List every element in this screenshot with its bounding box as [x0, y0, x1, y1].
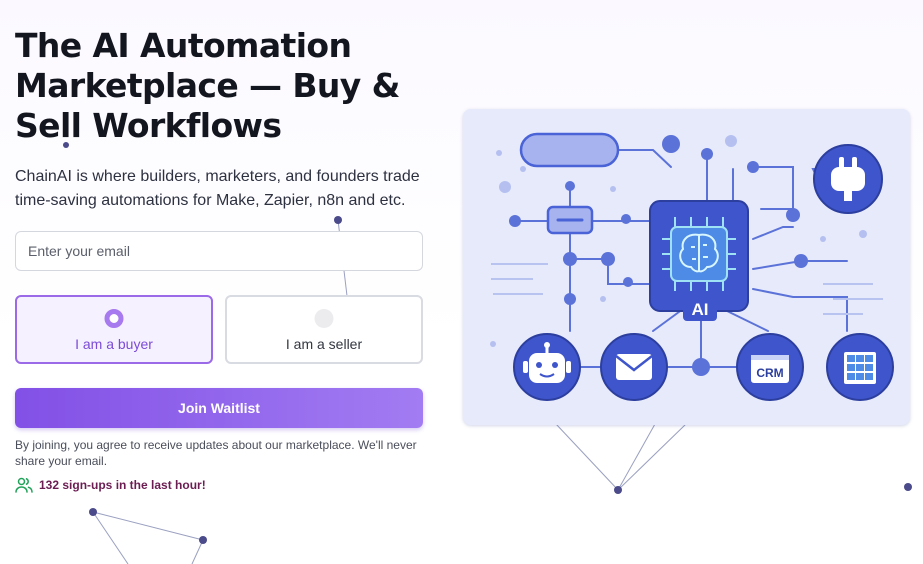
hero-section: The AI Automation Marketplace — Buy & Se…	[15, 26, 423, 493]
spreadsheet-icon	[826, 333, 894, 401]
automation-illustration: AI CRM	[463, 109, 910, 425]
users-icon	[15, 477, 33, 493]
illustration-graphic: AI CRM	[490, 132, 894, 401]
seller-label: I am a seller	[285, 336, 363, 352]
email-input[interactable]	[15, 231, 423, 271]
seller-radio[interactable]	[314, 309, 334, 328]
join-waitlist-button[interactable]: Join Waitlist	[15, 388, 423, 428]
signups-text: 132 sign-ups in the last hour!	[39, 478, 206, 492]
chip-label: AI	[692, 300, 709, 319]
buyer-option[interactable]: I am a buyer	[15, 295, 213, 364]
signups-badge: 132 sign-ups in the last hour!	[15, 477, 423, 493]
role-selector: I am a buyer I am a seller	[15, 295, 423, 364]
privacy-disclaimer: By joining, you agree to receive updates…	[15, 438, 417, 468]
plug-icon	[813, 144, 883, 214]
hero-subtitle: ChainAI is where builders, marketers, an…	[15, 168, 420, 209]
title-line-2: Marketplace — Buy &	[15, 66, 400, 105]
title-line-3: Sell Workflows	[15, 106, 282, 145]
crm-icon: CRM	[736, 333, 804, 401]
buyer-radio[interactable]	[104, 309, 124, 328]
seller-option[interactable]: I am a seller	[225, 295, 423, 364]
robot-icon	[513, 333, 581, 401]
crm-label: CRM	[756, 366, 783, 380]
title-line-1: The AI Automation	[15, 26, 352, 65]
mail-icon	[600, 333, 668, 401]
buyer-label: I am a buyer	[75, 336, 153, 352]
page-title: The AI Automation Marketplace — Buy & Se…	[15, 26, 423, 146]
